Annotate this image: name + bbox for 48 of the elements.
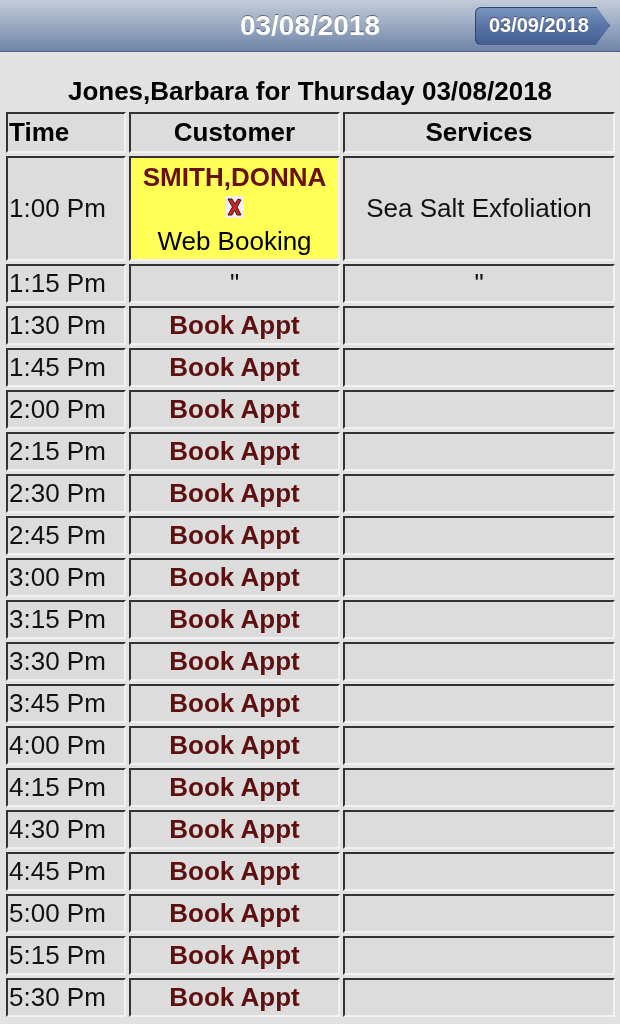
book-appointment-link[interactable]: Book Appt <box>169 856 300 886</box>
time-cell: 1:30 Pm <box>6 306 126 345</box>
time-cell: 3:15 Pm <box>6 600 126 639</box>
time-cell: 4:45 Pm <box>6 852 126 891</box>
column-header: Customer <box>129 112 340 153</box>
schedule-heading: Jones,Barbara for Thursday 03/08/2018 <box>66 76 554 106</box>
services-cell: Sea Salt Exfoliation <box>343 156 615 261</box>
customer-name-link[interactable]: SMITH,DONNA <box>132 162 337 192</box>
time-cell: 3:30 Pm <box>6 642 126 681</box>
time-cell: 1:00 Pm <box>6 156 126 261</box>
book-appointment-link[interactable]: Book Appt <box>169 394 300 424</box>
date-title: 03/08/2018 <box>239 9 381 42</box>
book-appointment-link[interactable]: Book Appt <box>169 898 300 928</box>
time-cell: 1:15 Pm <box>6 264 126 303</box>
book-appointment-link[interactable]: Book Appt <box>169 604 300 634</box>
time-cell: 3:45 Pm <box>6 684 126 723</box>
next-date-button[interactable]: 03/09/2018 <box>474 6 610 45</box>
book-appointment-link[interactable]: Book Appt <box>169 982 300 1012</box>
time-cell: 4:00 Pm <box>6 726 126 765</box>
book-appointment-link[interactable]: Book Appt <box>169 688 300 718</box>
cross-icon[interactable] <box>225 196 244 218</box>
column-header: Services <box>343 112 615 153</box>
customer-cell: " <box>129 264 340 303</box>
time-cell: 2:30 Pm <box>6 474 126 513</box>
book-appointment-link[interactable]: Book Appt <box>169 814 300 844</box>
time-cell: 5:30 Pm <box>6 978 126 1017</box>
book-appointment-link[interactable]: Book Appt <box>169 310 300 340</box>
book-appointment-link[interactable]: Book Appt <box>169 646 300 676</box>
book-appointment-link[interactable]: Book Appt <box>169 562 300 592</box>
time-cell: 5:00 Pm <box>6 894 126 933</box>
time-cell: 2:00 Pm <box>6 390 126 429</box>
book-appointment-link[interactable]: Book Appt <box>169 436 300 466</box>
book-appointment-link[interactable]: Book Appt <box>169 772 300 802</box>
time-cell: 2:15 Pm <box>6 432 126 471</box>
services-cell: " <box>343 264 615 303</box>
column-header: Time <box>6 112 126 153</box>
time-cell: 3:00 Pm <box>6 558 126 597</box>
book-appointment-link[interactable]: Book Appt <box>169 520 300 550</box>
time-cell: 5:15 Pm <box>6 936 126 975</box>
time-cell: 2:45 Pm <box>6 516 126 555</box>
book-appointment-link[interactable]: Book Appt <box>169 478 300 508</box>
time-cell: 4:15 Pm <box>6 768 126 807</box>
time-cell: 1:45 Pm <box>6 348 126 387</box>
book-appointment-link[interactable]: Book Appt <box>169 352 300 382</box>
time-cell: 4:30 Pm <box>6 810 126 849</box>
book-appointment-link[interactable]: Book Appt <box>169 730 300 760</box>
book-appointment-link[interactable]: Book Appt <box>169 940 300 970</box>
booking-source: Web Booking <box>156 226 313 256</box>
